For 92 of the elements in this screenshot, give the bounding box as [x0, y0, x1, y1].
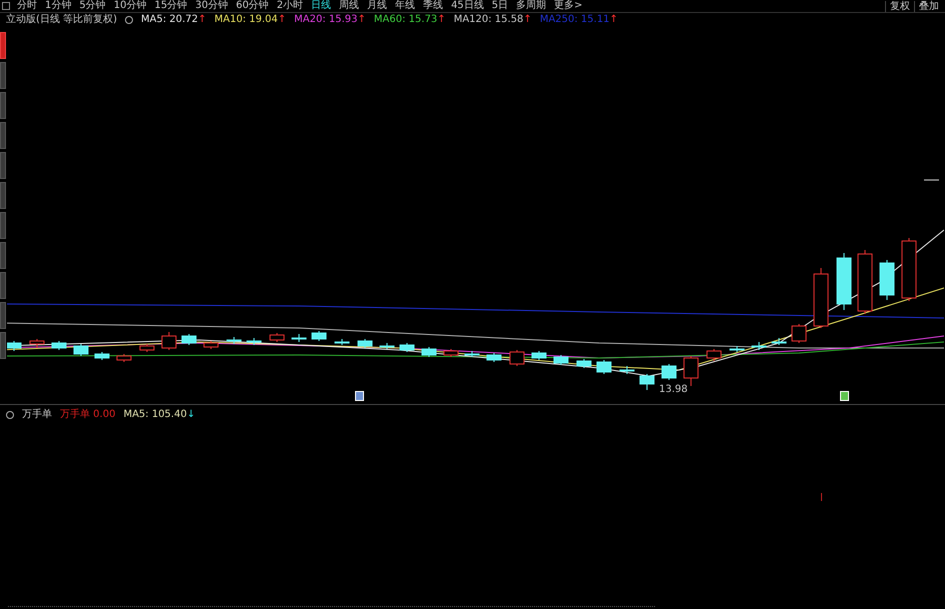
menu-icon[interactable] [2, 2, 10, 10]
trend-arrow: ↑ [437, 13, 446, 26]
candlestick [162, 332, 176, 350]
period-tab[interactable]: 1分钟 [41, 0, 76, 12]
side-tab[interactable] [0, 212, 6, 239]
candlestick [444, 348, 458, 358]
candlestick [486, 352, 502, 362]
candlestick [182, 334, 196, 346]
candlestick [52, 340, 66, 350]
candlestick [640, 374, 654, 390]
candlestick [226, 336, 242, 344]
candlestick [464, 350, 480, 358]
candlestick [292, 334, 306, 342]
candlestick [312, 330, 326, 342]
gear-icon[interactable] [124, 16, 133, 24]
period-tab[interactable]: 日线 [307, 0, 336, 12]
side-tab[interactable] [0, 62, 6, 89]
candlestick [74, 344, 88, 356]
candlestick [422, 346, 436, 358]
indicator-value: 万手单 0.00 [60, 408, 116, 421]
candlestick [510, 350, 524, 366]
side-tab[interactable] [0, 242, 6, 269]
toolbar-button[interactable]: 叠加 [914, 0, 943, 12]
period-tab[interactable]: 2小时 [272, 0, 308, 12]
candlestick [358, 338, 372, 348]
indicator-value: MA60: 15.73 [374, 13, 438, 26]
period-tab[interactable]: 45日线 [447, 0, 488, 12]
candlestick [270, 332, 284, 342]
candlestick [730, 346, 744, 352]
candlestick [752, 342, 766, 350]
trend-arrow: ↓ [186, 408, 196, 421]
candlestick [836, 252, 852, 310]
period-tab[interactable]: 10分钟 [110, 0, 150, 12]
period-tab[interactable]: 5日 [488, 0, 512, 12]
side-tab[interactable] [0, 92, 6, 119]
candlestick [576, 358, 592, 368]
period-tab[interactable]: 30分钟 [191, 0, 232, 12]
trend-arrow: ↑ [278, 13, 286, 26]
indicator-value: MA5: 20.72 [140, 13, 198, 26]
indicator-value: MA5: 105.40 [123, 408, 187, 421]
candlestick [792, 324, 806, 344]
indicator-value: MA250: 15.11 [540, 13, 610, 26]
period-tab[interactable]: 15分钟 [150, 0, 192, 12]
candlestick [902, 238, 916, 302]
period-tab[interactable]: 更多> [550, 0, 587, 12]
period-tab[interactable]: 5分钟 [75, 0, 110, 12]
candlestick [116, 354, 132, 362]
gear-icon[interactable] [6, 410, 14, 418]
candlestick [662, 364, 676, 380]
candlestick [204, 340, 218, 350]
candlestick [554, 354, 568, 366]
side-tab[interactable] [0, 32, 6, 59]
toolbar-button[interactable]: 复权 [885, 0, 914, 12]
candlestick [706, 348, 722, 362]
period-tab[interactable]: 多周期 [512, 0, 550, 12]
period-tab[interactable]: 分时 [13, 0, 41, 12]
period-tab[interactable]: 周线 [335, 0, 364, 12]
indicator-value: MA10: 19.04 [214, 13, 278, 26]
period-tab[interactable]: 60分钟 [232, 0, 273, 12]
candlestick [400, 342, 414, 352]
candlestick [380, 342, 394, 350]
candlestick [772, 338, 786, 346]
side-tab[interactable] [0, 332, 6, 359]
trend-arrow: ↑ [610, 13, 618, 26]
candlestick [814, 268, 828, 328]
candlestick [7, 340, 22, 352]
indicator-title: 立动版(日线 等比前复权) [6, 13, 117, 26]
side-tab[interactable] [0, 182, 6, 209]
candlestick [858, 250, 872, 314]
side-tab[interactable] [0, 152, 6, 179]
side-tab[interactable] [0, 122, 6, 149]
indicator-value: MA120: 15.58 [454, 13, 524, 26]
indicator-value: MA20: 15.93 [294, 13, 358, 26]
candlestick [94, 352, 110, 360]
period-tab[interactable]: 年线 [391, 0, 420, 12]
candlestick [30, 338, 44, 348]
candlestick [684, 356, 698, 386]
candlestick [596, 360, 612, 374]
side-tab[interactable] [0, 272, 6, 299]
side-tab[interactable] [0, 302, 6, 329]
candlestick [246, 338, 262, 346]
period-tab[interactable]: 月线 [363, 0, 392, 12]
candlestick [532, 350, 546, 360]
period-tab[interactable]: 季线 [419, 0, 448, 12]
trend-arrow: ↑ [523, 13, 532, 26]
candlestick [620, 366, 634, 374]
indicator-title: 万手单 [22, 408, 52, 421]
candlestick [880, 260, 894, 300]
trend-arrow: ↑ [358, 13, 366, 26]
low-price-label: 13.98 [658, 384, 688, 395]
trend-arrow: ↑ [198, 13, 206, 26]
candlestick [140, 344, 154, 352]
